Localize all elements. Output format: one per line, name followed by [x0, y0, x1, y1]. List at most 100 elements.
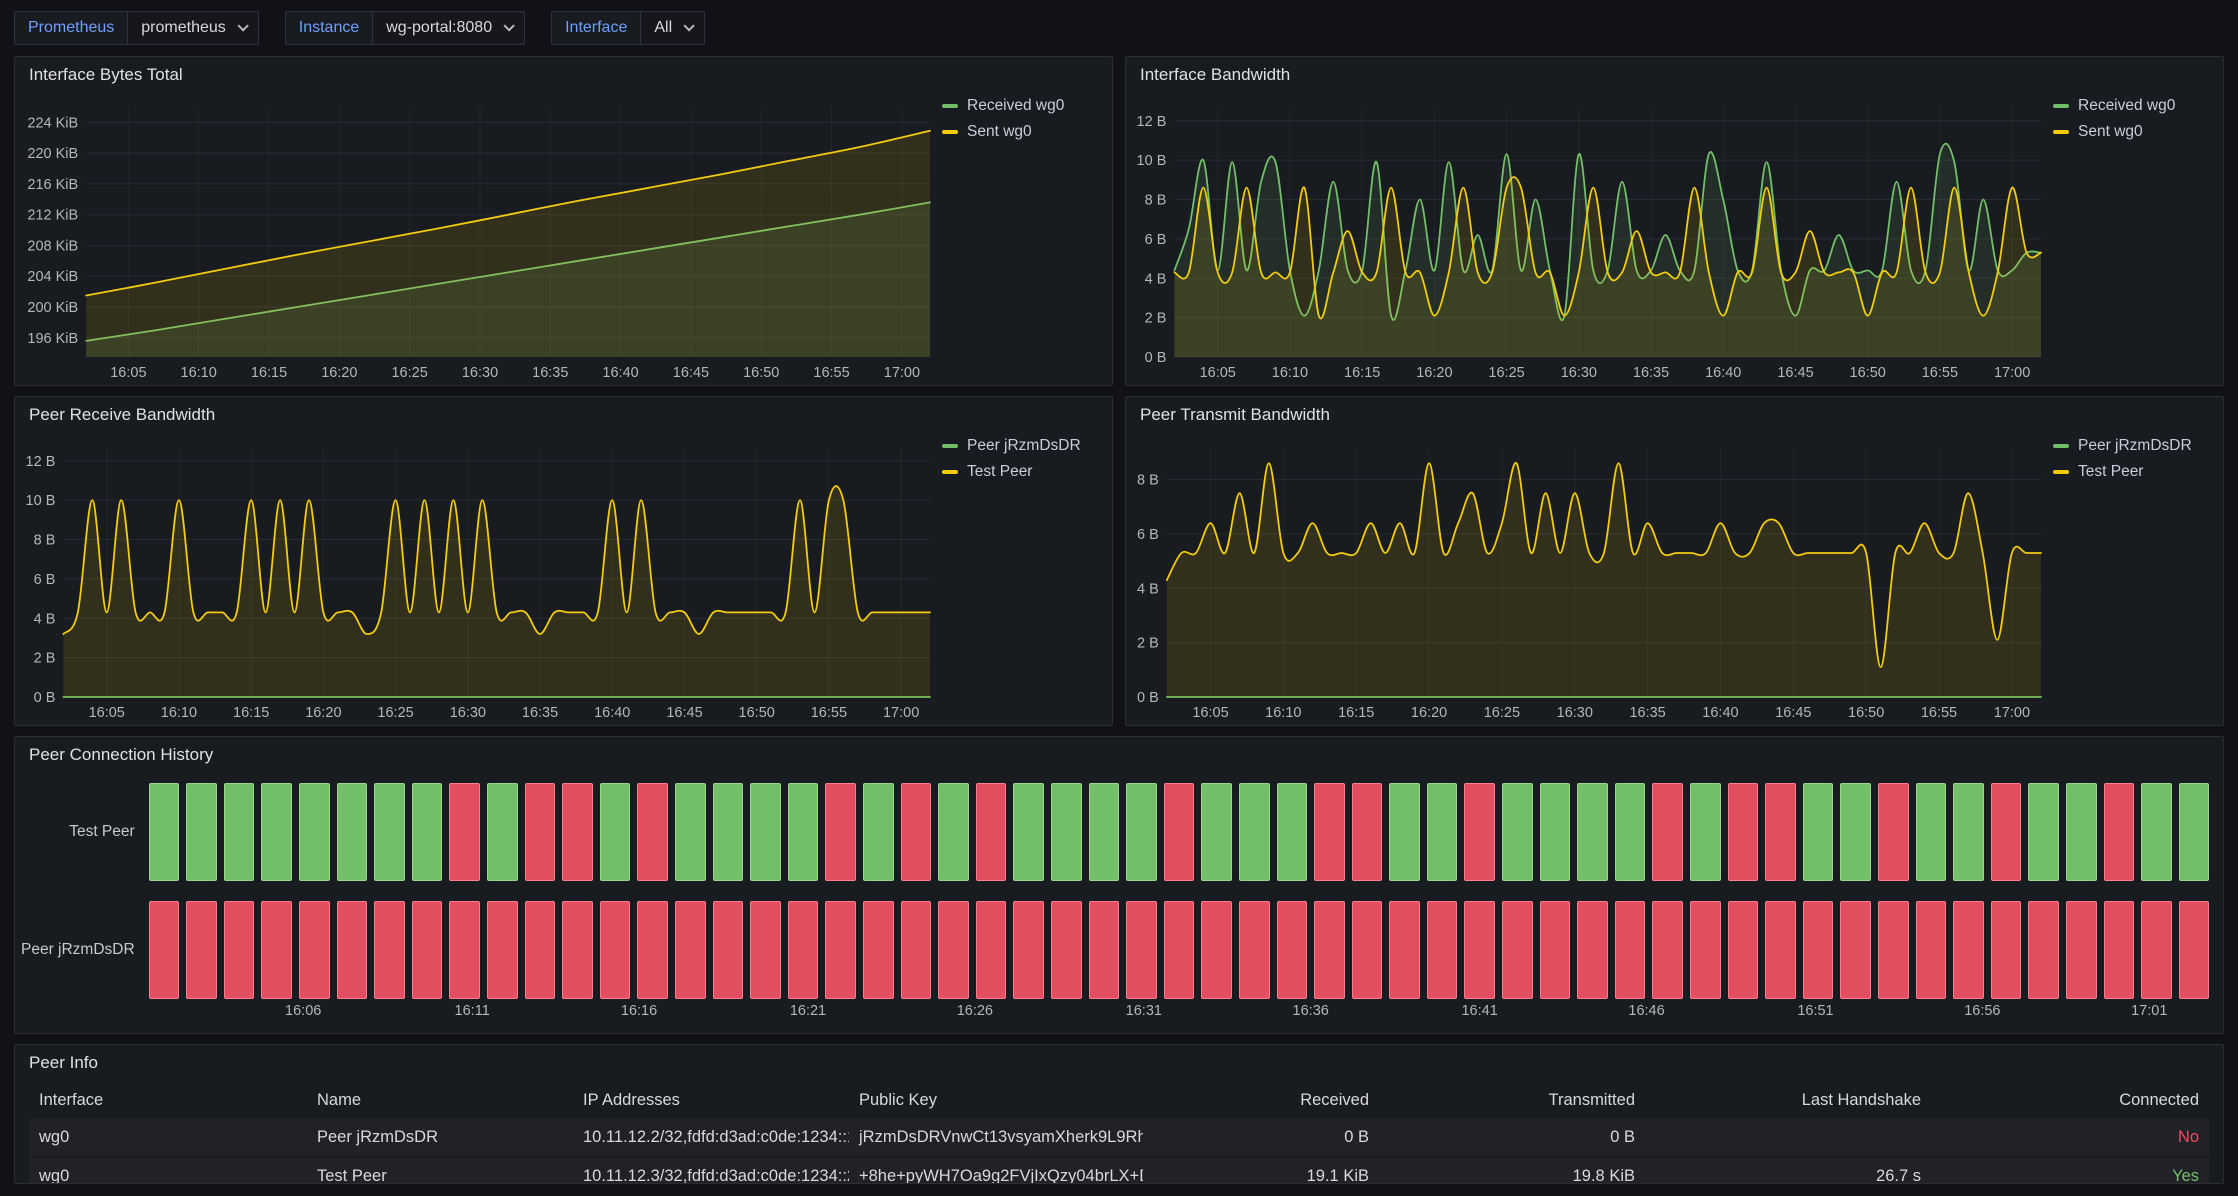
- status-history-plot[interactable]: 16:0616:1116:1616:2116:2616:3116:3616:41…: [149, 777, 2209, 1033]
- status-bar-connected: [1540, 783, 1571, 881]
- panel-peer-info: Peer Info InterfaceNameIP AddressesPubli…: [14, 1044, 2224, 1184]
- x-axis-label: 16:45: [673, 365, 709, 381]
- x-axis-label: 16:46: [1628, 1003, 1664, 1019]
- y-axis-label: 196 KiB: [27, 331, 78, 347]
- status-bar-disconnected: [449, 783, 480, 881]
- status-bar-disconnected: [2104, 783, 2135, 881]
- column-header-interface[interactable]: Interface: [29, 1091, 307, 1110]
- chevron-down-icon: [684, 20, 695, 31]
- panel-interface-bytes-total: Interface Bytes Total 16:0516:1016:1516:…: [14, 56, 1113, 386]
- time-series-chart[interactable]: 16:0516:1016:1516:2016:2516:3016:3516:40…: [15, 433, 940, 725]
- x-axis-label: 16:30: [450, 705, 486, 721]
- column-header-received[interactable]: Received: [1143, 1091, 1379, 1110]
- time-series-chart[interactable]: 16:0516:1016:1516:2016:2516:3016:3516:40…: [1126, 433, 2051, 725]
- status-bar-disconnected: [525, 901, 556, 999]
- column-header-public-key[interactable]: Public Key: [849, 1091, 1143, 1110]
- column-header-transmitted[interactable]: Transmitted: [1379, 1091, 1645, 1110]
- status-bar-connected: [1427, 783, 1458, 881]
- legend-item[interactable]: Test Peer: [2053, 463, 2213, 481]
- column-header-ip-addresses[interactable]: IP Addresses: [573, 1091, 849, 1110]
- variable-instance-dropdown[interactable]: wg-portal:8080: [372, 11, 525, 45]
- legend-color-marker: [942, 104, 958, 108]
- status-bar-disconnected: [487, 901, 518, 999]
- x-axis-label: 16:50: [1848, 705, 1884, 721]
- panel-peer-receive-bandwidth: Peer Receive Bandwidth 16:0516:1016:1516…: [14, 396, 1113, 726]
- x-axis-label: 16:15: [1344, 365, 1380, 381]
- status-bar-connected: [186, 783, 217, 881]
- variable-prometheus-label[interactable]: Prometheus: [14, 11, 127, 45]
- history-row-label-peer-jrzmdsdr: Peer jRzmDsDR: [21, 901, 149, 999]
- variable-interface-label[interactable]: Interface: [551, 11, 640, 45]
- status-bar-connected: [1502, 783, 1533, 881]
- legend-item[interactable]: Sent wg0: [942, 123, 1102, 141]
- variable-prometheus-dropdown[interactable]: prometheus: [127, 11, 259, 45]
- history-row-label-test-peer: Test Peer: [21, 783, 149, 881]
- x-axis-label: 16:35: [532, 365, 568, 381]
- status-bar-disconnected: [1464, 901, 1495, 999]
- legend-item[interactable]: Test Peer: [942, 463, 1102, 481]
- legend-label: Test Peer: [967, 463, 1032, 481]
- status-bar-connected: [2141, 783, 2172, 881]
- y-axis-label: 8 B: [34, 533, 56, 549]
- table-row: wg0Test Peer10.11.12.3/32,fdfd:d3ad:c0de…: [29, 1158, 2209, 1184]
- x-axis-label: 17:00: [1994, 705, 2030, 721]
- status-bar-connected: [1051, 783, 1082, 881]
- legend-color-marker: [942, 470, 958, 474]
- variable-instance-label[interactable]: Instance: [285, 11, 372, 45]
- column-header-name[interactable]: Name: [307, 1091, 573, 1110]
- dropdown-value: prometheus: [141, 19, 226, 37]
- status-bar-disconnected: [1840, 901, 1871, 999]
- x-axis-label: 16:20: [1416, 365, 1452, 381]
- status-bar-connected: [1277, 783, 1308, 881]
- x-axis-label: 16:51: [1797, 1003, 1833, 1019]
- panel-title[interactable]: Interface Bytes Total: [29, 65, 183, 85]
- legend-item[interactable]: Received wg0: [2053, 97, 2213, 115]
- x-axis-label: 16:55: [811, 705, 847, 721]
- status-bar-disconnected: [149, 901, 180, 999]
- grafana-dashboard: Prometheus prometheus Instance wg-portal…: [0, 0, 2238, 1196]
- legend-item[interactable]: Peer jRzmDsDR: [942, 437, 1102, 455]
- status-bar-disconnected: [976, 783, 1007, 881]
- status-bar-connected: [938, 783, 969, 881]
- x-axis-label: 16:10: [1272, 365, 1308, 381]
- legend-item[interactable]: Sent wg0: [2053, 123, 2213, 141]
- time-series-chart[interactable]: 16:0516:1016:1516:2016:2516:3016:3516:40…: [1126, 93, 2051, 385]
- status-bar-disconnected: [1427, 901, 1458, 999]
- y-axis-label: 0 B: [1145, 350, 1167, 366]
- x-axis-label: 16:35: [1629, 705, 1665, 721]
- x-axis-label: 16:10: [161, 705, 197, 721]
- panel-title[interactable]: Peer Receive Bandwidth: [29, 405, 215, 425]
- x-axis-label: 16:45: [1777, 365, 1813, 381]
- column-header-last-handshake[interactable]: Last Handshake: [1645, 1091, 1931, 1110]
- column-header-connected[interactable]: Connected: [1931, 1091, 2209, 1110]
- status-bar-disconnected: [1652, 901, 1683, 999]
- table-header-row: InterfaceNameIP AddressesPublic KeyRecei…: [29, 1081, 2209, 1119]
- x-axis-label: 16:30: [1561, 365, 1597, 381]
- x-axis-label: 16:50: [739, 705, 775, 721]
- legend-item[interactable]: Received wg0: [942, 97, 1102, 115]
- status-bar-disconnected: [1013, 901, 1044, 999]
- x-axis-label: 16:20: [321, 365, 357, 381]
- table-cell: 19.1 KiB: [1143, 1167, 1379, 1184]
- status-bar-connected: [412, 783, 443, 881]
- legend-item[interactable]: Peer jRzmDsDR: [2053, 437, 2213, 455]
- panel-title[interactable]: Peer Transmit Bandwidth: [1140, 405, 1330, 425]
- history-x-axis: 16:0616:1116:1616:2116:2616:3116:3616:41…: [149, 1003, 2209, 1023]
- series-area: [1167, 463, 2041, 697]
- x-axis-label: 16:35: [522, 705, 558, 721]
- panel-title[interactable]: Interface Bandwidth: [1140, 65, 1290, 85]
- panel-title[interactable]: Peer Connection History: [29, 745, 213, 765]
- status-bar-connected: [1389, 783, 1420, 881]
- variable-interface: Interface All: [551, 11, 705, 45]
- status-bar-disconnected: [1164, 783, 1195, 881]
- panel-title[interactable]: Peer Info: [29, 1053, 98, 1073]
- status-bar-disconnected: [1878, 783, 1909, 881]
- status-bar-connected: [863, 783, 894, 881]
- y-axis-label: 208 KiB: [27, 238, 78, 254]
- time-series-chart[interactable]: 16:0516:1016:1516:2016:2516:3016:3516:40…: [15, 93, 940, 385]
- x-axis-label: 16:50: [1850, 365, 1886, 381]
- variable-interface-dropdown[interactable]: All: [640, 11, 705, 45]
- x-axis-label: 16:56: [1964, 1003, 2000, 1019]
- status-bar-disconnected: [713, 901, 744, 999]
- status-bar-connected: [299, 783, 330, 881]
